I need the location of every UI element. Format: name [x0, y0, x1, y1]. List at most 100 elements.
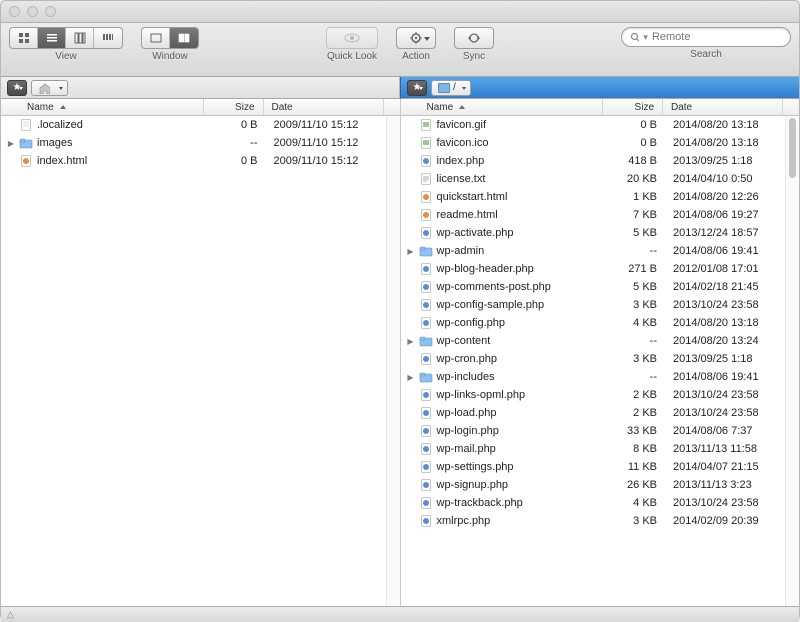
- file-row[interactable]: readme.html7 KB2014/08/06 19:27: [401, 206, 800, 224]
- file-row[interactable]: wp-content--2014/08/20 13:24: [401, 332, 800, 350]
- file-date: 2013/09/25 1:18: [665, 155, 785, 167]
- file-row[interactable]: wp-settings.php11 KB2014/04/07 21:15: [401, 458, 800, 476]
- remote-scrollbar[interactable]: [785, 116, 799, 606]
- search-group: ▾ Search: [621, 27, 791, 60]
- file-row[interactable]: wp-cron.php3 KB2013/09/25 1:18: [401, 350, 800, 368]
- local-scrollbar[interactable]: [386, 116, 400, 606]
- view-list-mode[interactable]: [38, 28, 66, 48]
- view-label: View: [55, 51, 77, 62]
- file-name: index.php: [437, 155, 485, 167]
- file-row[interactable]: favicon.ico0 B2014/08/20 13:18: [401, 134, 800, 152]
- col-name[interactable]: Name: [1, 99, 204, 115]
- minimize-window-button[interactable]: [27, 6, 38, 17]
- file-row[interactable]: wp-includes--2014/08/06 19:41: [401, 368, 800, 386]
- file-row[interactable]: wp-comments-post.php5 KB2014/02/18 21:45: [401, 278, 800, 296]
- view-column-mode[interactable]: [66, 28, 94, 48]
- file-row[interactable]: license.txt20 KB2014/04/10 0:50: [401, 170, 800, 188]
- local-favorites-menu[interactable]: ★: [7, 80, 27, 96]
- file-name: wp-includes: [437, 371, 495, 383]
- file-size: 0 B: [206, 155, 266, 167]
- file-name: wp-login.php: [437, 425, 499, 437]
- col-scrollgap: [783, 99, 799, 115]
- view-coverflow-mode[interactable]: [94, 28, 122, 48]
- col-size[interactable]: Size: [204, 99, 264, 115]
- search-input[interactable]: [652, 31, 782, 43]
- file-size: 5 KB: [605, 281, 665, 293]
- file-date: 2014/04/10 0:50: [665, 173, 785, 185]
- file-row[interactable]: wp-mail.php8 KB2013/11/13 11:58: [401, 440, 800, 458]
- file-date: 2013/11/13 3:23: [665, 479, 785, 491]
- file-size: 3 KB: [605, 299, 665, 311]
- local-file-list[interactable]: .localized0 B2009/11/10 15:12images--200…: [1, 116, 400, 606]
- col-name[interactable]: Name: [401, 99, 604, 115]
- file-row[interactable]: wp-login.php33 KB2014/08/06 7:37: [401, 422, 800, 440]
- view-icon-mode[interactable]: [10, 28, 38, 48]
- quicklook-label: Quick Look: [327, 51, 377, 62]
- file-date: 2013/10/24 23:58: [665, 389, 785, 401]
- file-row[interactable]: wp-config.php4 KB2014/08/20 13:18: [401, 314, 800, 332]
- remote-favorites-menu[interactable]: ★: [407, 80, 427, 96]
- html-icon: [19, 154, 33, 168]
- file-row[interactable]: wp-trackback.php4 KB2013/10/24 23:58: [401, 494, 800, 512]
- file-date: 2014/04/07 21:15: [665, 461, 785, 473]
- file-name: wp-load.php: [437, 407, 497, 419]
- dual-pane-button[interactable]: [170, 28, 198, 48]
- disclosure-triangle[interactable]: [407, 337, 415, 346]
- remote-path-crumb[interactable]: /: [431, 80, 471, 96]
- file-size: 4 KB: [605, 317, 665, 329]
- disclosure-triangle[interactable]: [7, 139, 15, 148]
- col-date[interactable]: Date: [264, 99, 384, 115]
- file-name: wp-links-opml.php: [437, 389, 526, 401]
- file-size: 0 B: [605, 119, 665, 131]
- file-icon: [19, 118, 33, 132]
- action-label: Action: [402, 51, 430, 62]
- file-row[interactable]: index.php 418 B2013/09/25 1:18: [401, 152, 800, 170]
- file-row[interactable]: wp-signup.php26 KB2013/11/13 3:23: [401, 476, 800, 494]
- zoom-window-button[interactable]: [45, 6, 56, 17]
- sync-button[interactable]: [454, 27, 494, 49]
- sync-group: Sync: [454, 27, 494, 62]
- file-row[interactable]: quickstart.html1 KB2014/08/20 12:26: [401, 188, 800, 206]
- file-row[interactable]: .localized0 B2009/11/10 15:12: [1, 116, 400, 134]
- file-row[interactable]: xmlrpc.php3 KB2014/02/09 20:39: [401, 512, 800, 530]
- remote-file-list[interactable]: favicon.gif0 B2014/08/20 13:18favicon.ic…: [401, 116, 800, 606]
- col-date[interactable]: Date: [663, 99, 783, 115]
- file-size: 418 B: [605, 155, 665, 167]
- quicklook-button[interactable]: [326, 27, 378, 49]
- search-field[interactable]: ▾: [621, 27, 791, 47]
- php-icon: [419, 424, 433, 438]
- file-row[interactable]: wp-links-opml.php2 KB2013/10/24 23:58: [401, 386, 800, 404]
- file-row[interactable]: wp-activate.php5 KB2013/12/24 18:57: [401, 224, 800, 242]
- disclosure-triangle[interactable]: [407, 247, 415, 256]
- file-date: 2009/11/10 15:12: [266, 155, 386, 167]
- file-date: 2014/08/20 13:18: [665, 317, 785, 329]
- file-row[interactable]: wp-load.php2 KB2013/10/24 23:58: [401, 404, 800, 422]
- footer-expand-icon[interactable]: △: [7, 609, 14, 620]
- file-row[interactable]: wp-blog-header.php271 B2012/01/08 17:01: [401, 260, 800, 278]
- file-name: wp-config-sample.php: [437, 299, 545, 311]
- file-row[interactable]: index.html 0 B2009/11/10 15:12: [1, 152, 400, 170]
- folder-icon: [19, 136, 33, 150]
- file-size: 3 KB: [605, 515, 665, 527]
- file-row[interactable]: wp-admin--2014/08/06 19:41: [401, 242, 800, 260]
- single-pane-button[interactable]: [142, 28, 170, 48]
- file-row[interactable]: favicon.gif0 B2014/08/20 13:18: [401, 116, 800, 134]
- col-scrollgap: [384, 99, 400, 115]
- php-icon: [419, 262, 433, 276]
- file-name: wp-content: [437, 335, 491, 347]
- file-date: 2012/01/08 17:01: [665, 263, 785, 275]
- file-date: 2009/11/10 15:12: [266, 137, 386, 149]
- image-icon: [419, 136, 433, 150]
- close-window-button[interactable]: [9, 6, 20, 17]
- php-icon: [419, 496, 433, 510]
- action-button[interactable]: [396, 27, 436, 49]
- folder-icon: [419, 244, 433, 258]
- file-name: index.html: [37, 155, 87, 167]
- file-row[interactable]: wp-config-sample.php3 KB2013/10/24 23:58: [401, 296, 800, 314]
- file-date: 2014/08/06 19:41: [665, 245, 785, 257]
- disclosure-triangle[interactable]: [407, 373, 415, 382]
- file-row[interactable]: images--2009/11/10 15:12: [1, 134, 400, 152]
- local-path-crumb[interactable]: [31, 80, 68, 96]
- col-size[interactable]: Size: [603, 99, 663, 115]
- file-size: --: [206, 137, 266, 149]
